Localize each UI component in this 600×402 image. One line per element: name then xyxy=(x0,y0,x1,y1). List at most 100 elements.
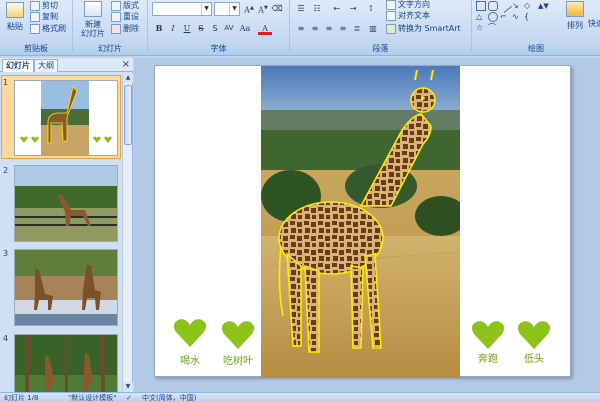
font-color-button[interactable]: A xyxy=(258,22,272,35)
slide-thumbnail-3[interactable] xyxy=(14,249,118,326)
strikethrough-button[interactable]: S xyxy=(194,22,208,35)
increase-indent-button[interactable]: ⇥ xyxy=(346,2,360,15)
format-painter-button[interactable]: 格式刷 xyxy=(30,23,66,34)
text-direction-icon xyxy=(386,0,396,10)
heart-icon[interactable] xyxy=(221,320,255,350)
elbow-shape-icon[interactable]: ⌐ xyxy=(500,12,510,22)
wave-shape-icon[interactable]: ⌒ xyxy=(488,23,498,33)
bold-button[interactable]: B xyxy=(152,22,166,35)
cut-button[interactable]: 剪切 xyxy=(30,0,58,11)
bullets-button[interactable]: ☰ xyxy=(294,2,308,15)
format-painter-label: 格式刷 xyxy=(42,24,66,33)
new-slide-button[interactable]: 新建 幻灯片 xyxy=(79,1,107,38)
delete-label: 删除 xyxy=(123,24,139,33)
underline-button[interactable]: U xyxy=(180,22,194,35)
scroll-thumb[interactable] xyxy=(124,85,132,145)
spacing-button[interactable]: AV xyxy=(222,22,236,35)
more-shapes-icon[interactable]: ▲▼ xyxy=(538,1,549,11)
text-direction-label: 文字方向 xyxy=(398,0,430,9)
rounded-rect-shape-icon[interactable] xyxy=(488,1,498,11)
layout-button[interactable]: 版式 xyxy=(111,0,139,11)
align-text-icon xyxy=(386,10,396,21)
panel-tabs: 幻灯片 大纲 × xyxy=(0,58,133,72)
columns-button[interactable]: ▥ xyxy=(366,22,380,35)
align-text-label: 对齐文本 xyxy=(398,11,430,20)
thumbnail-list: 1 2 3 4 xyxy=(0,73,122,392)
chevron-down-icon[interactable]: ▼ xyxy=(229,3,239,15)
thumbnail-number: 4 xyxy=(3,334,9,343)
copy-button[interactable]: 复制 xyxy=(30,11,58,22)
slide-editor: 喝水 吃树叶 奔跑 低头 xyxy=(134,58,600,392)
rectangle-shape-icon[interactable] xyxy=(476,1,486,11)
theme-name: "默认设计模板" xyxy=(68,394,117,402)
change-case-button[interactable]: Aa xyxy=(238,22,252,35)
shrink-font-button[interactable]: A▼ xyxy=(256,2,270,15)
align-text-button[interactable]: 对齐文本 xyxy=(386,10,430,21)
giraffe-photo[interactable] xyxy=(261,66,460,378)
heart-icon[interactable] xyxy=(471,320,505,350)
clear-format-button[interactable]: ⌫ xyxy=(270,2,284,15)
arrange-button[interactable]: 排列 xyxy=(564,1,586,31)
reset-button[interactable]: 重设 xyxy=(111,11,139,22)
tab-slides[interactable]: 幻灯片 xyxy=(2,59,34,72)
smartart-button[interactable]: 转换为 SmartArt xyxy=(386,23,461,34)
current-slide[interactable]: 喝水 吃树叶 奔跑 低头 xyxy=(154,65,571,378)
font-group-label: 字体 xyxy=(148,43,289,55)
shadow-button[interactable]: S xyxy=(208,22,222,35)
font-size-combo[interactable]: ▼ xyxy=(214,2,240,16)
new-slide-icon xyxy=(84,1,102,17)
grow-font-button[interactable]: A▲ xyxy=(242,2,256,15)
curve-shape-icon[interactable]: ∿ xyxy=(512,12,522,22)
paste-label: 粘贴 xyxy=(7,22,23,31)
quick-styles-button[interactable]: 快速 xyxy=(588,18,600,29)
scroll-down-icon[interactable]: ▼ xyxy=(123,382,133,392)
heart-icon[interactable] xyxy=(173,318,207,348)
tab-outline[interactable]: 大纲 xyxy=(34,59,58,72)
heart-label-lower-head: 低头 xyxy=(524,354,544,365)
diamond-shape-icon[interactable]: ◇ xyxy=(524,1,534,11)
status-bar: 幻灯片 1/8 "默认设计模板" ✓ 中文(简体，中国) xyxy=(0,392,600,402)
slides-panel: 幻灯片 大纲 × 1 2 3 4 ▲ ▼ xyxy=(0,58,133,392)
heart-icon[interactable] xyxy=(517,320,551,350)
align-center-button[interactable]: ≡ xyxy=(308,22,322,35)
triangle-shape-icon[interactable]: △ xyxy=(476,12,486,22)
distribute-button[interactable]: ≣ xyxy=(350,22,364,35)
slide-thumbnail-1[interactable] xyxy=(14,80,118,156)
brace-shape-icon[interactable]: { xyxy=(524,12,534,22)
reset-label: 重设 xyxy=(123,12,139,21)
slide-thumbnail-4[interactable] xyxy=(14,334,118,392)
close-icon[interactable]: × xyxy=(122,58,130,71)
decrease-indent-button[interactable]: ⇤ xyxy=(330,2,344,15)
spell-check-icon[interactable]: ✓ xyxy=(126,393,132,402)
smartart-label: 转换为 SmartArt xyxy=(398,24,461,33)
thumbnail-number: 3 xyxy=(3,249,9,258)
font-name-combo[interactable]: ▼ xyxy=(152,2,212,16)
smartart-icon xyxy=(386,23,396,34)
layout-label: 版式 xyxy=(123,1,139,10)
scroll-up-icon[interactable]: ▲ xyxy=(123,73,133,83)
reset-icon xyxy=(111,11,121,22)
justify-button[interactable]: ≡ xyxy=(336,22,350,35)
giraffe-photo-image xyxy=(261,66,460,378)
text-direction-button[interactable]: 文字方向 xyxy=(386,0,430,10)
italic-button[interactable]: I xyxy=(166,22,180,35)
line-spacing-button[interactable]: ↕ xyxy=(364,2,378,15)
quick-styles-label: 快速 xyxy=(588,19,600,28)
font-group: ▼ ▼ A▲ A▼ ⌫ B I U S S AV Aa A 字体 xyxy=(148,0,290,56)
align-left-button[interactable]: ≡ xyxy=(294,22,308,35)
numbering-button[interactable]: ☷ xyxy=(310,2,324,15)
thumbnail-2-image xyxy=(15,166,117,241)
arrange-label: 排列 xyxy=(567,21,583,30)
paste-button[interactable]: 粘贴 xyxy=(4,2,26,32)
thumbnail-scrollbar[interactable]: ▲ ▼ xyxy=(122,73,133,392)
chevron-down-icon[interactable]: ▼ xyxy=(201,3,211,15)
circle-shape-icon[interactable] xyxy=(488,12,498,22)
delete-slide-button[interactable]: 删除 xyxy=(111,23,139,34)
align-right-button[interactable]: ≡ xyxy=(322,22,336,35)
language-indicator[interactable]: 中文(简体，中国) xyxy=(142,393,196,402)
arrow-shape-icon[interactable]: ↘ xyxy=(512,1,522,11)
heart-label-drink: 喝水 xyxy=(180,356,200,367)
slide-thumbnail-2[interactable] xyxy=(14,165,118,242)
star-shape-icon[interactable]: ☆ xyxy=(476,23,486,33)
thumbnail-number: 1 xyxy=(3,78,9,87)
